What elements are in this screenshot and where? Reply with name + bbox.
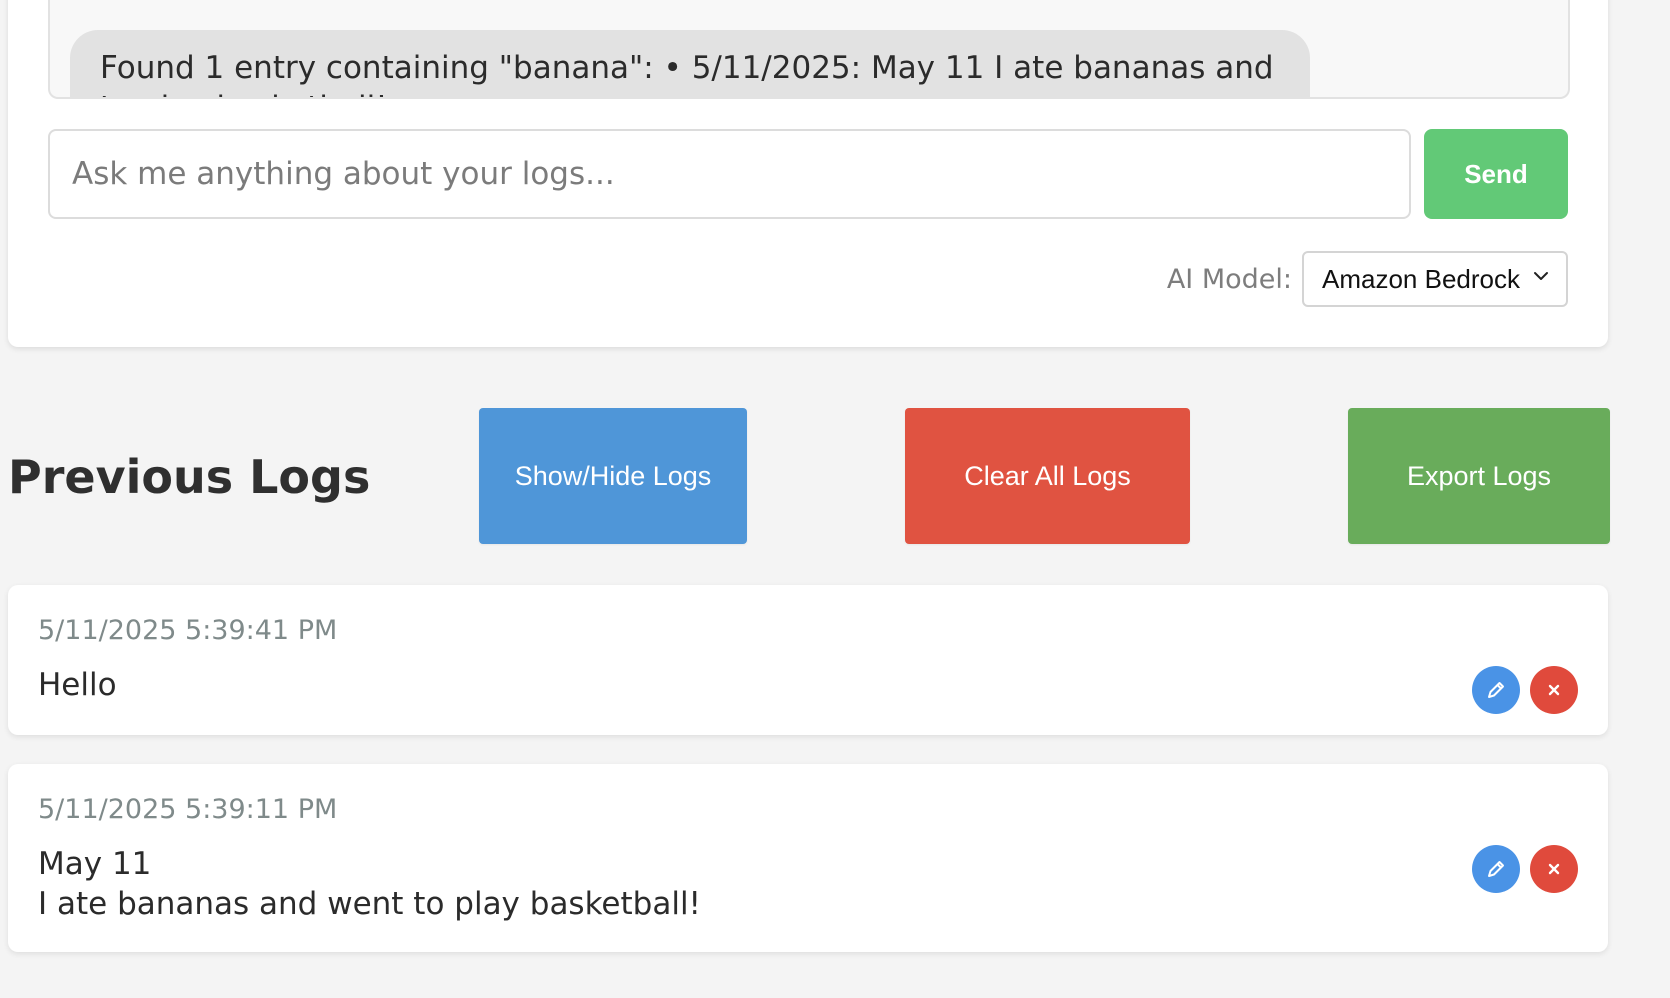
export-logs-button[interactable]: Export Logs [1348,408,1610,544]
log-actions [1472,845,1578,893]
send-button[interactable]: Send [1424,129,1568,219]
model-selector-row: AI Model: Amazon Bedrock [1167,251,1568,307]
chat-input-row: Send [48,129,1568,221]
pencil-icon [1488,861,1504,877]
model-select-value: Amazon Bedrock [1322,263,1520,294]
chat-input[interactable] [48,129,1411,219]
edit-log-button[interactable] [1472,666,1520,714]
edit-log-button[interactable] [1472,845,1520,893]
chat-panel: Found 1 entry containing "banana": • 5/1… [8,0,1608,347]
log-entry: 5/11/2025 5:39:11 PM May 11 I ate banana… [8,764,1608,952]
chat-history[interactable]: Found 1 entry containing "banana": • 5/1… [48,0,1570,99]
log-text: Hello [38,667,117,703]
message-text-line: to play basketball! [100,88,1280,97]
log-text: May 11 I ate bananas and went to play ba… [38,846,701,922]
show-hide-logs-button[interactable]: Show/Hide Logs [479,408,747,544]
log-timestamp: 5/11/2025 5:39:11 PM [38,794,338,825]
log-timestamp: 5/11/2025 5:39:41 PM [38,615,338,646]
close-icon [1548,684,1560,696]
model-select[interactable]: Amazon Bedrock [1302,251,1568,307]
logs-section-title: Previous Logs [8,450,371,504]
pencil-icon [1488,682,1504,698]
delete-log-button[interactable] [1530,666,1578,714]
message-text-line: Found 1 entry containing "banana": • 5/1… [100,50,1280,86]
close-icon [1548,863,1560,875]
assistant-message-bubble: Found 1 entry containing "banana": • 5/1… [70,30,1310,97]
delete-log-button[interactable] [1530,845,1578,893]
model-label: AI Model: [1166,263,1292,295]
log-entry: 5/11/2025 5:39:41 PM Hello [8,585,1608,735]
chevron-down-icon [1534,272,1548,280]
clear-all-logs-button[interactable]: Clear All Logs [905,408,1190,544]
log-actions [1472,666,1578,714]
